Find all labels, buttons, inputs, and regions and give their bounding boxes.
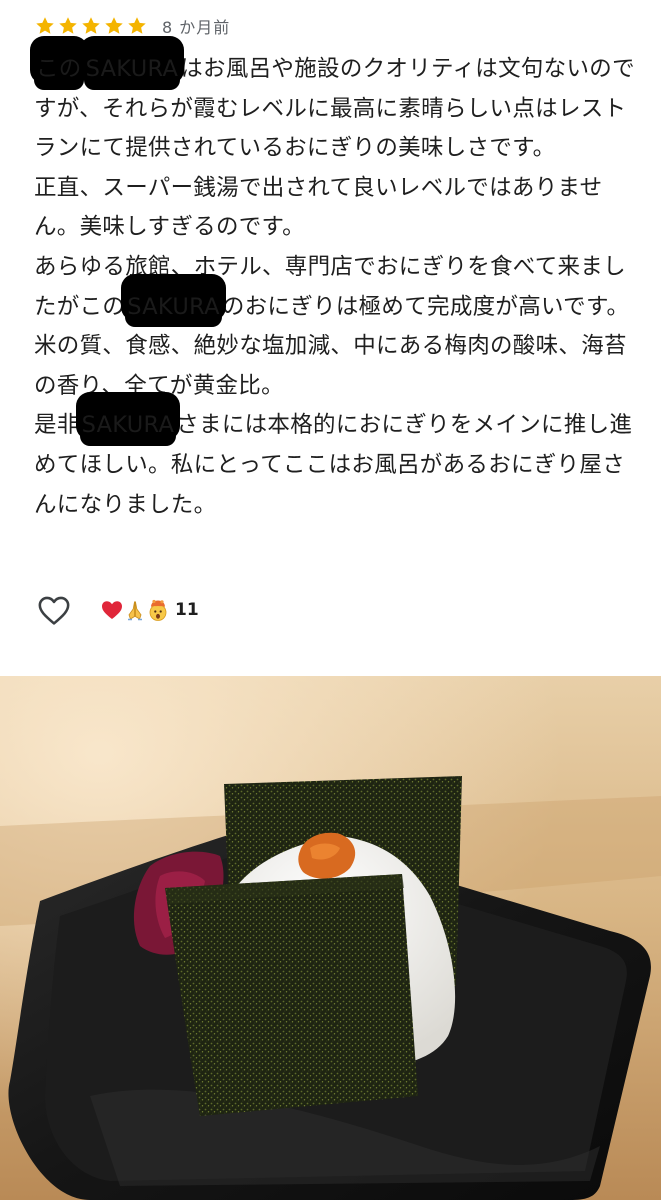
- redacted-name: SAKURA: [125, 287, 222, 328]
- star-icon: [128, 17, 146, 34]
- onigiri-photo: [0, 676, 661, 1200]
- star-icon: [82, 17, 100, 34]
- review-text-segment: 正直、スーパー銭湯で出されて良いレベルではありません。美味しすぎるのです。: [34, 174, 603, 241]
- heart-outline-icon: [38, 596, 70, 625]
- review-text-segment: のおにぎりは極めて完成度が高いです。: [221, 293, 630, 320]
- review-text-segment: 米の質、食感、絶妙な塩加減、中にある梅肉の酸味、海苔の香り、全てが黄金比。: [34, 333, 627, 399]
- review-date: 8 か月前: [162, 18, 231, 37]
- review-card: 8 か月前 この SAKURAはお風呂や施設のクオリティは文句ないのですが、それら…: [0, 0, 661, 676]
- star-icon: [36, 17, 54, 34]
- rating-row: 8 か月前: [34, 12, 230, 40]
- review-text-segment: 是非: [34, 412, 80, 439]
- redacted-name: この: [34, 50, 84, 90]
- nori-front-sheet: [165, 874, 418, 1116]
- folded-hands-icon: [128, 601, 142, 621]
- star-rating: [34, 15, 148, 37]
- review-text: この SAKURAはお風呂や施設のクオリティは文句ないのですが、それらが霞むレベル…: [34, 50, 644, 525]
- red-heart-icon: [102, 601, 122, 619]
- reaction-count: 11: [175, 600, 199, 620]
- star-icon: [105, 17, 123, 34]
- review-paragraph: この SAKURAはお風呂や施設のクオリティは文句ないのですが、それらが霞むレベル…: [34, 50, 644, 169]
- review-paragraph: 是非SAKURAさまには本格的におにぎりをメインに推し進めてほしい。私にとってこ…: [34, 406, 644, 525]
- review-paragraph: 正直、スーパー銭湯で出されて良いレベルではありません。美味しすぎるのです。: [34, 169, 644, 248]
- reaction-summary[interactable]: 11: [100, 598, 199, 622]
- redacted-name: SAKURA: [83, 50, 181, 90]
- review-paragraph: あらゆる旅館、ホテル、専門店でおにぎりを食べて来ましたがこのSAKURAのおにぎ…: [34, 248, 644, 328]
- star-icon: [59, 17, 77, 34]
- like-button[interactable]: [34, 590, 74, 630]
- exploding-head-icon: [149, 599, 167, 621]
- review-actions: 11: [34, 590, 199, 630]
- redacted-name: SAKURA: [79, 406, 177, 446]
- review-paragraph: 米の質、食感、絶妙な塩加減、中にある梅肉の酸味、海苔の香り、全てが黄金比。: [34, 327, 644, 406]
